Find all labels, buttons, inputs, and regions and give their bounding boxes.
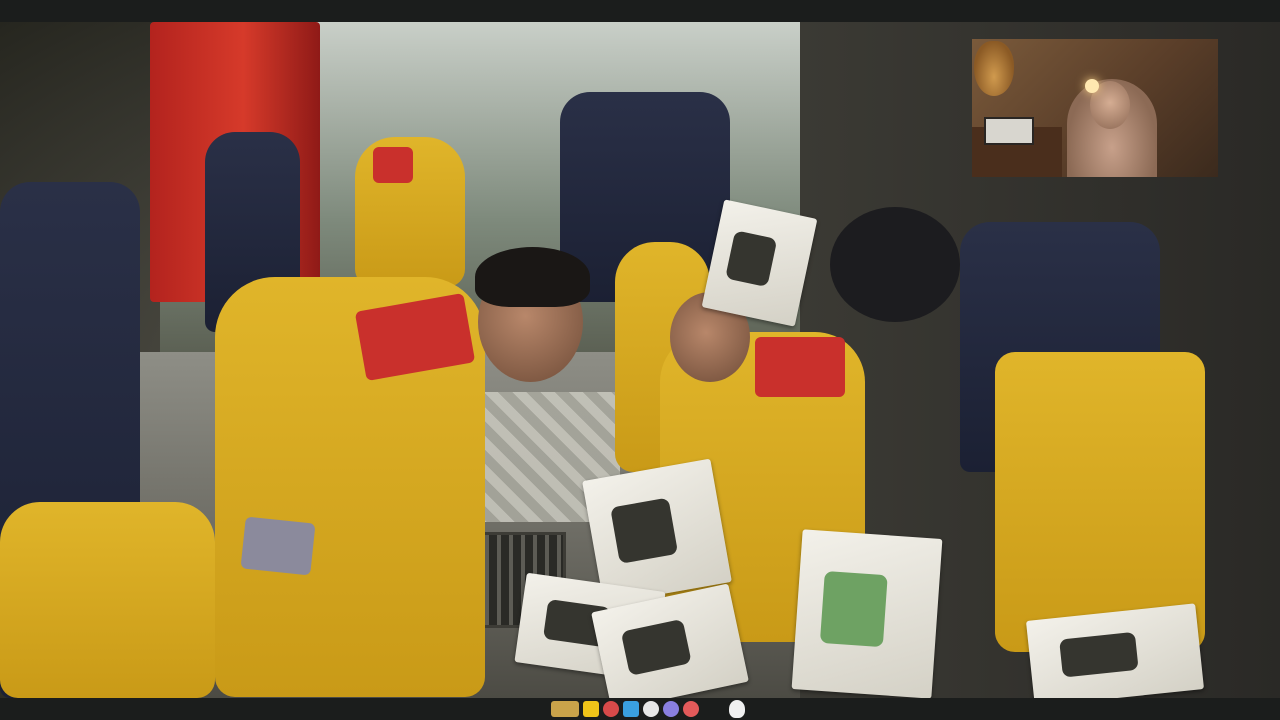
crown-sponsor-logo[interactable] (551, 701, 579, 717)
top-letterbox-bar (0, 0, 1280, 22)
appliance-box (582, 458, 732, 605)
sponsor-logo-strip (551, 700, 745, 718)
ghost-sponsor-logo[interactable] (729, 700, 745, 718)
redwhite-sponsor-logo[interactable] (683, 701, 699, 717)
rescuer-bending-hair (475, 247, 590, 307)
violet-sponsor-logo[interactable] (663, 701, 679, 717)
blue-cube-sponsor-logo[interactable] (623, 701, 639, 717)
rescuer-right-cap (830, 207, 960, 322)
foreground-rescuer-left-lower (0, 502, 215, 698)
red-circle-sponsor-logo[interactable] (603, 701, 619, 717)
appliance-box-ground-right (1025, 603, 1205, 698)
rescuer-background (355, 137, 465, 287)
appliance-box-green (791, 529, 943, 698)
bottom-sponsor-bar (0, 698, 1280, 720)
guitar-on-wall (974, 41, 1014, 96)
swirl-sponsor-logo[interactable] (643, 701, 659, 717)
rescuer-bending (215, 277, 485, 697)
phone-in-hand (240, 516, 316, 576)
desk-monitor (984, 117, 1034, 145)
desk-lamp (1085, 79, 1099, 93)
boot-sponsor-logo[interactable] (583, 701, 599, 717)
streamer-webcam-overlay (972, 39, 1218, 177)
text-sponsor-logo[interactable] (703, 701, 725, 717)
